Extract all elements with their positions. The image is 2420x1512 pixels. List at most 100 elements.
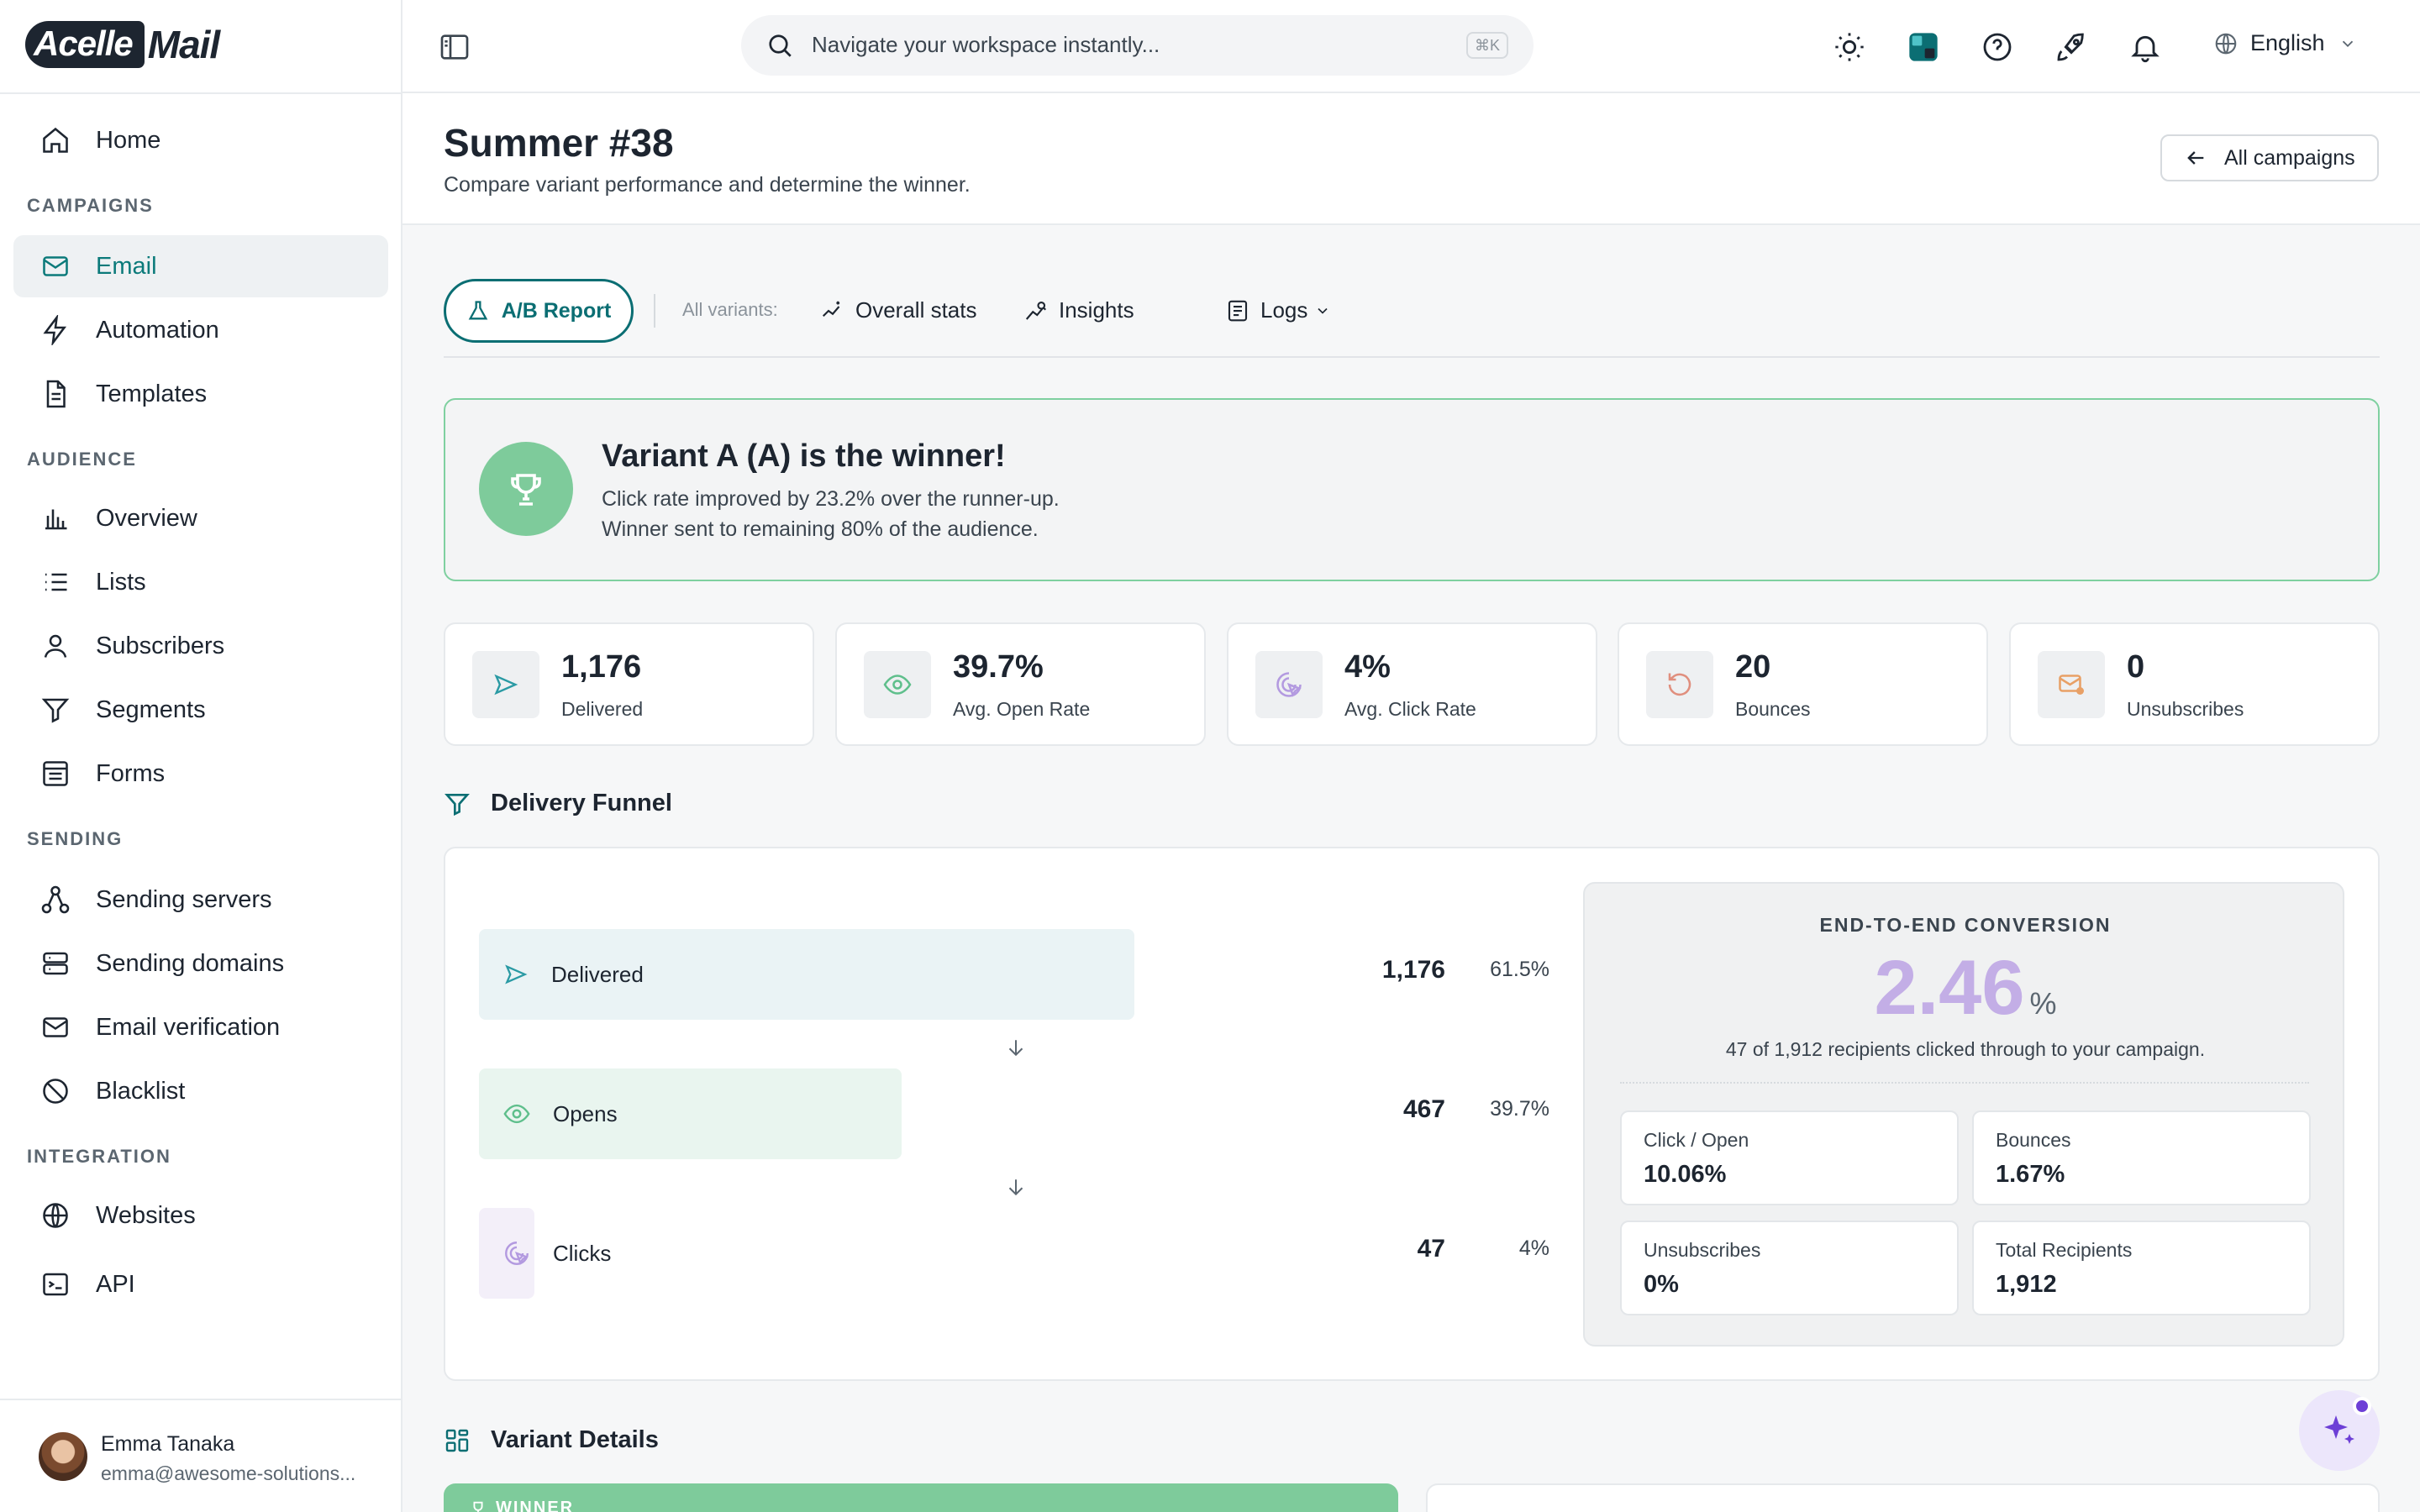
funnel-bar-clicks: Clicks — [479, 1208, 611, 1299]
logo-word-text: Mail — [147, 23, 220, 66]
metric-value: 0% — [1644, 1271, 1679, 1298]
form-icon — [39, 757, 72, 790]
sidebar-item-label: Lists — [96, 568, 146, 596]
sidebar-item-websites[interactable]: Websites — [13, 1184, 388, 1247]
log-icon — [1225, 298, 1250, 323]
globe-icon — [2213, 31, 2238, 56]
section-integration: INTEGRATION — [27, 1146, 171, 1167]
stat-value: 0 — [2127, 649, 2145, 685]
sidebar-toggle-icon[interactable] — [438, 30, 471, 64]
metric-label: Click / Open — [1644, 1129, 1749, 1151]
main-content: A/B Report All variants: Overall stats I… — [402, 225, 2420, 1512]
server-icon — [39, 947, 72, 980]
stat-value: 39.7% — [953, 649, 1044, 685]
sidebar-item-label: Forms — [96, 759, 166, 787]
trophy-icon — [469, 1499, 487, 1512]
bell-icon[interactable] — [2127, 29, 2164, 66]
avatar[interactable] — [39, 1432, 87, 1481]
variant-card-winner: WINNER — [444, 1483, 1398, 1512]
sidebar-item-label: Home — [96, 126, 161, 154]
sidebar-item-forms[interactable]: Forms — [13, 743, 388, 805]
sidebar-item-label: Automation — [96, 316, 219, 344]
user-profile[interactable]: Emma Tanaka emma@awesome-solutions... — [0, 1399, 402, 1512]
user-email: emma@awesome-solutions... — [101, 1462, 356, 1484]
conversion-panel: END-TO-END CONVERSION 2.46% 47 of 1,912 … — [1583, 882, 2344, 1347]
sparkles-icon — [2319, 1410, 2360, 1451]
rocket-icon[interactable] — [2053, 29, 2090, 66]
sidebar-item-subscribers[interactable]: Subscribers — [13, 615, 388, 677]
sidebar-item-label: Email verification — [96, 1013, 281, 1041]
tab-ab-report[interactable]: A/B Report — [444, 279, 634, 343]
sidebar-item-label: Websites — [96, 1201, 196, 1229]
stat-label: Bounces — [1735, 698, 1811, 720]
conversion-divider — [1620, 1082, 2309, 1084]
metric-value: 1.67% — [1996, 1161, 2065, 1188]
metric-value: 1,912 — [1996, 1271, 2057, 1298]
funnel-label: Clicks — [553, 1240, 612, 1266]
conversion-value-wrap: 2.46% — [1585, 944, 2346, 1032]
sidebar-item-automation[interactable]: Automation — [13, 299, 388, 361]
search-icon — [765, 30, 795, 60]
conversion-description: 47 of 1,912 recipients clicked through t… — [1725, 1038, 2206, 1060]
metric-click-open: Click / Open 10.06% — [1620, 1110, 1959, 1205]
stat-value: 1,176 — [561, 649, 642, 685]
section-sending: SENDING — [27, 828, 124, 849]
stat-value: 20 — [1735, 649, 1771, 685]
funnel-label: Opens — [553, 1100, 618, 1126]
tab-label: Insights — [1059, 297, 1134, 323]
search-input[interactable]: Navigate your workspace instantly... ⌘K — [741, 15, 1534, 76]
section-audience: AUDIENCE — [27, 449, 137, 470]
variant-details-heading: Variant Details — [444, 1426, 659, 1454]
winner-badge: WINNER — [469, 1499, 574, 1512]
sidebar-item-sending-servers[interactable]: Sending servers — [13, 869, 388, 931]
tab-label: Overall stats — [855, 297, 977, 323]
variant-card — [1426, 1483, 2380, 1512]
stat-value: 4% — [1344, 649, 1391, 685]
sidebar-item-label: API — [96, 1270, 135, 1298]
delivery-funnel-card: Delivered 1,176 61.5% Opens 467 39.7% Cl… — [444, 847, 2380, 1381]
funnel-bar-delivered: Delivered — [479, 929, 1134, 1020]
section-campaigns: CAMPAIGNS — [27, 195, 154, 216]
tab-logs[interactable]: Logs — [1225, 297, 1331, 323]
language-select[interactable]: English — [2213, 30, 2357, 56]
funnel-count: 1,176 — [1381, 956, 1445, 984]
sun-icon[interactable] — [1831, 29, 1868, 66]
sidebar-item-home[interactable]: Home — [13, 109, 388, 171]
brand-widget-icon[interactable] — [1905, 29, 1942, 66]
sidebar-item-blacklist[interactable]: Blacklist — [13, 1060, 388, 1122]
sidebar-item-email-verification[interactable]: Email verification — [13, 996, 388, 1058]
sidebar-item-sending-domains[interactable]: Sending domains — [13, 932, 388, 995]
help-icon[interactable] — [1979, 29, 2016, 66]
tab-overall-stats[interactable]: Overall stats — [820, 297, 977, 323]
grid-icon — [444, 1427, 471, 1454]
sidebar-item-overview[interactable]: Overview — [13, 487, 388, 549]
report-tabs: A/B Report All variants: Overall stats I… — [444, 279, 2380, 358]
network-icon — [39, 883, 72, 916]
sidebar-item-email[interactable]: Email — [13, 235, 388, 297]
flask-icon — [466, 299, 490, 323]
mail-icon — [39, 249, 72, 283]
all-campaigns-label: All campaigns — [2224, 145, 2355, 170]
app-logo[interactable]: Acelle Mail — [25, 18, 220, 71]
eye-icon — [502, 1100, 531, 1128]
winner-title: Variant A (A) is the winner! — [602, 438, 1006, 474]
sidebar-item-lists[interactable]: Lists — [13, 551, 388, 613]
user-icon — [39, 629, 72, 663]
arrow-left-icon — [2184, 146, 2207, 170]
insights-icon — [1023, 298, 1049, 323]
tab-insights[interactable]: Insights — [1023, 297, 1134, 323]
page-subtitle: Compare variant performance and determin… — [444, 173, 971, 197]
eye-icon — [864, 651, 931, 718]
stat-card-unsubscribes: 0 Unsubscribes — [2009, 622, 2380, 746]
all-campaigns-button[interactable]: All campaigns — [2160, 134, 2379, 181]
sidebar-item-templates[interactable]: Templates — [13, 363, 388, 425]
sidebar-item-segments[interactable]: Segments — [13, 679, 388, 741]
sidebar-item-api[interactable]: API — [13, 1253, 388, 1315]
unsubscribe-icon — [2038, 651, 2105, 718]
winner-badge-label: WINNER — [496, 1499, 575, 1512]
chevron-down-icon — [1314, 302, 1331, 319]
bounce-icon — [1646, 651, 1713, 718]
metric-bounces: Bounces 1.67% — [1972, 1110, 2311, 1205]
stat-card-delivered: 1,176 Delivered — [444, 622, 814, 746]
funnel-percent: 39.7% — [1490, 1097, 1549, 1121]
